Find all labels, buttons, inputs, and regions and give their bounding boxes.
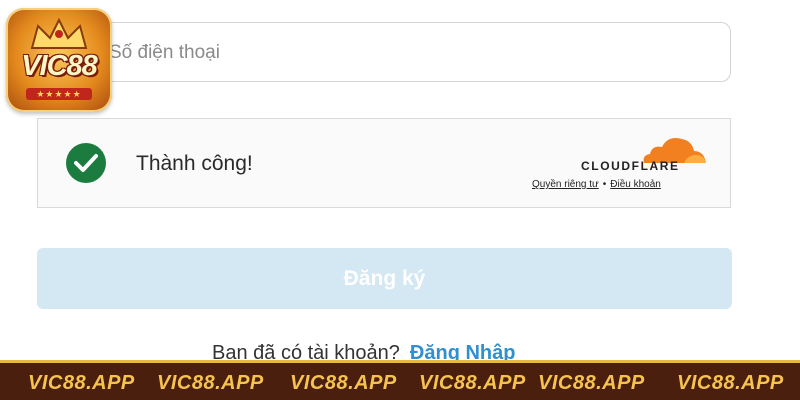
- banner-text: VIC88.APP: [157, 372, 264, 394]
- crown-icon: [30, 18, 88, 49]
- register-button[interactable]: Đăng ký: [37, 248, 732, 309]
- cloudflare-name: CLOUDFLARE: [581, 159, 680, 173]
- link-separator: •: [602, 179, 607, 190]
- logo-ribbon: ★★★★★: [26, 88, 92, 100]
- bottom-banner: VIC88.APP VIC88.APP VIC88.APP VIC88.APP …: [0, 360, 800, 400]
- banner-text: VIC88.APP: [538, 372, 645, 394]
- check-icon: [66, 143, 106, 183]
- captcha-status: Thành công!: [136, 152, 253, 175]
- terms-link[interactable]: Điều khoản: [610, 179, 661, 190]
- vic88-logo: VIC88 ★★★★★: [6, 8, 112, 112]
- phone-field: [96, 22, 731, 83]
- phone-input[interactable]: [107, 23, 711, 83]
- banner-text: VIC88.APP: [28, 372, 135, 394]
- captcha-widget: Thành công! CLOUDFLARE Quyền riêng tư • Đi…: [37, 118, 731, 208]
- banner-text: VIC88.APP: [419, 372, 526, 394]
- privacy-link[interactable]: Quyền riêng tư: [532, 179, 599, 190]
- logo-text: VIC88: [21, 50, 98, 82]
- captcha-links: Quyền riêng tư • Điều khoản: [532, 179, 661, 190]
- banner-text: VIC88.APP: [290, 372, 397, 394]
- banner-text: VIC88.APP: [677, 372, 784, 394]
